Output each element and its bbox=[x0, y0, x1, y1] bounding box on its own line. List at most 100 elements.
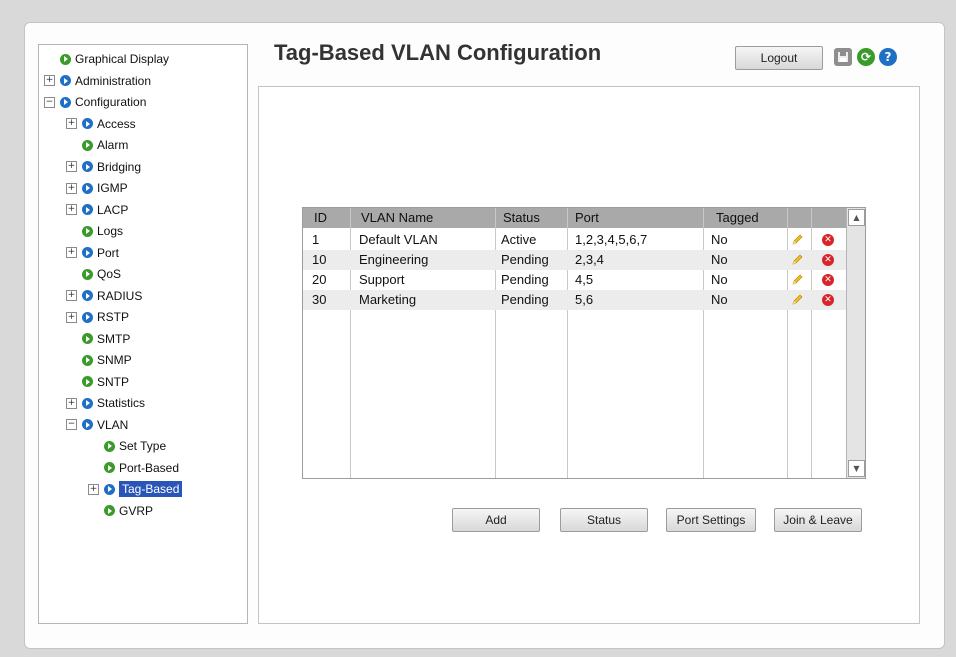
tree-item-statistics[interactable]: + Statistics bbox=[66, 393, 145, 413]
tree-item-bridging[interactable]: + Bridging bbox=[66, 157, 141, 177]
cell-id: 20 bbox=[312, 272, 327, 287]
tree-item-label[interactable]: IGMP bbox=[97, 181, 128, 195]
cell-status: Pending bbox=[501, 292, 549, 307]
refresh-icon[interactable]: ⟳ bbox=[857, 48, 875, 66]
arrow-bullet-icon bbox=[104, 483, 115, 495]
help-icon[interactable]: ? bbox=[879, 48, 897, 66]
tree-item-label[interactable]: Bridging bbox=[97, 160, 141, 174]
expand-icon[interactable]: + bbox=[66, 118, 77, 129]
scroll-up-icon[interactable]: ▲ bbox=[848, 209, 865, 226]
tree-item-label[interactable]: Graphical Display bbox=[75, 52, 169, 66]
pencil-edit-icon[interactable] bbox=[791, 254, 803, 266]
tree-item-label[interactable]: Port-Based bbox=[119, 461, 179, 475]
expand-icon[interactable]: + bbox=[66, 161, 77, 172]
cell-port: 4,5 bbox=[575, 272, 594, 287]
expand-icon[interactable]: + bbox=[66, 311, 77, 323]
header-status[interactable]: Status bbox=[503, 208, 540, 228]
status-button[interactable]: Status bbox=[560, 508, 648, 532]
arrow-bullet-icon bbox=[82, 397, 93, 409]
tree-item-label[interactable]: RSTP bbox=[97, 310, 129, 324]
tree-item-vlan[interactable]: − VLAN bbox=[66, 415, 128, 435]
tree-item-smtp[interactable]: SMTP bbox=[82, 329, 130, 349]
collapse-icon[interactable]: − bbox=[66, 419, 77, 430]
tree-item-tag-based[interactable]: + Tag-Based bbox=[88, 479, 183, 499]
arrow-bullet-icon bbox=[60, 96, 71, 108]
tree-item-snmp[interactable]: SNMP bbox=[82, 350, 132, 370]
table-row[interactable]: 10 Engineering Pending 2,3,4 No ✕ bbox=[303, 250, 846, 270]
delete-icon[interactable]: ✕ bbox=[822, 234, 834, 246]
tree-item-igmp[interactable]: + IGMP bbox=[66, 178, 128, 198]
delete-icon[interactable]: ✕ bbox=[822, 254, 834, 266]
expand-icon[interactable]: + bbox=[44, 75, 55, 86]
tree-item-rstp[interactable]: + RSTP bbox=[66, 307, 129, 327]
tree-item-label[interactable]: SNTP bbox=[97, 375, 129, 389]
tree-item-label[interactable]: GVRP bbox=[119, 504, 153, 518]
pencil-edit-icon[interactable] bbox=[791, 234, 803, 246]
delete-icon[interactable]: ✕ bbox=[822, 274, 834, 286]
cell-tagged: No bbox=[711, 292, 728, 307]
disk-icon[interactable] bbox=[834, 48, 852, 66]
table-row[interactable]: 20 Support Pending 4,5 No ✕ bbox=[303, 270, 846, 290]
expand-icon[interactable]: + bbox=[66, 290, 77, 301]
tree-item-label[interactable]: SNMP bbox=[97, 353, 132, 367]
table-scrollbar[interactable]: ▲ ▼ bbox=[846, 208, 865, 478]
tree-item-gvrp[interactable]: GVRP bbox=[104, 501, 153, 521]
tree-item-qos[interactable]: QoS bbox=[82, 264, 121, 284]
expand-icon[interactable]: + bbox=[88, 483, 99, 495]
tree-item-label[interactable]: Statistics bbox=[97, 396, 145, 410]
arrow-bullet-icon bbox=[82, 333, 93, 344]
add-button[interactable]: Add bbox=[452, 508, 540, 532]
header-tagged[interactable]: Tagged bbox=[716, 208, 759, 228]
join-leave-button[interactable]: Join & Leave bbox=[774, 508, 862, 532]
tree-item-label[interactable]: LACP bbox=[97, 203, 128, 217]
tree-item-label[interactable]: Alarm bbox=[97, 138, 128, 152]
port-settings-button[interactable]: Port Settings bbox=[666, 508, 756, 532]
tree-item-label[interactable]: VLAN bbox=[97, 418, 128, 432]
tree-item-set-type[interactable]: Set Type bbox=[104, 436, 166, 456]
arrow-bullet-icon bbox=[82, 247, 93, 258]
expand-icon[interactable]: + bbox=[66, 247, 77, 258]
tree-item-graphical-display[interactable]: Graphical Display bbox=[60, 49, 169, 69]
tree-item-alarm[interactable]: Alarm bbox=[82, 135, 128, 155]
header-vlan-name[interactable]: VLAN Name bbox=[361, 208, 433, 228]
header-id[interactable]: ID bbox=[314, 208, 327, 228]
tree-item-access[interactable]: + Access bbox=[66, 114, 136, 134]
tree-item-label[interactable]: Administration bbox=[75, 74, 151, 88]
arrow-bullet-icon bbox=[60, 53, 71, 65]
tree-item-label[interactable]: QoS bbox=[97, 267, 121, 281]
logout-button[interactable]: Logout bbox=[735, 46, 823, 70]
tree-item-radius[interactable]: + RADIUS bbox=[66, 286, 142, 306]
cell-tagged: No bbox=[711, 252, 728, 267]
tree-item-label[interactable]: Port bbox=[97, 246, 119, 260]
scroll-down-icon[interactable]: ▼ bbox=[848, 460, 865, 477]
arrow-bullet-icon bbox=[82, 268, 93, 280]
tree-item-configuration[interactable]: − Configuration bbox=[44, 92, 146, 112]
tree-item-label[interactable]: Tag-Based bbox=[119, 481, 183, 497]
tree-item-label[interactable]: Set Type bbox=[119, 439, 166, 453]
tree-item-label[interactable]: Access bbox=[97, 117, 136, 131]
collapse-icon[interactable]: − bbox=[44, 96, 55, 108]
tree-item-lacp[interactable]: + LACP bbox=[66, 200, 128, 220]
delete-icon[interactable]: ✕ bbox=[822, 294, 834, 306]
tree-item-sntp[interactable]: SNTP bbox=[82, 372, 129, 392]
tree-item-label[interactable]: SMTP bbox=[97, 332, 130, 346]
tree-item-label[interactable]: Logs bbox=[97, 224, 123, 238]
tree-item-port[interactable]: + Port bbox=[66, 243, 119, 263]
expand-icon[interactable]: + bbox=[66, 182, 77, 194]
arrow-bullet-icon bbox=[104, 505, 115, 516]
tree-item-logs[interactable]: Logs bbox=[82, 221, 123, 241]
page-title: Tag-Based VLAN Configuration bbox=[274, 40, 602, 65]
table-row[interactable]: 30 Marketing Pending 5,6 No ✕ bbox=[303, 290, 846, 310]
pencil-edit-icon[interactable] bbox=[791, 274, 803, 286]
pencil-edit-icon[interactable] bbox=[791, 294, 803, 306]
expand-icon[interactable]: + bbox=[66, 397, 77, 409]
arrow-bullet-icon bbox=[82, 204, 93, 215]
header-port[interactable]: Port bbox=[575, 208, 599, 228]
tree-item-label[interactable]: Configuration bbox=[75, 95, 146, 109]
table-row[interactable]: 1 Default VLAN Active 1,2,3,4,5,6,7 No ✕ bbox=[303, 230, 846, 250]
expand-icon[interactable]: + bbox=[66, 204, 77, 215]
tree-item-administration[interactable]: + Administration bbox=[44, 71, 151, 91]
tree-item-label[interactable]: RADIUS bbox=[97, 289, 142, 303]
tree-item-port-based[interactable]: Port-Based bbox=[104, 458, 179, 478]
cell-id: 30 bbox=[312, 292, 327, 307]
